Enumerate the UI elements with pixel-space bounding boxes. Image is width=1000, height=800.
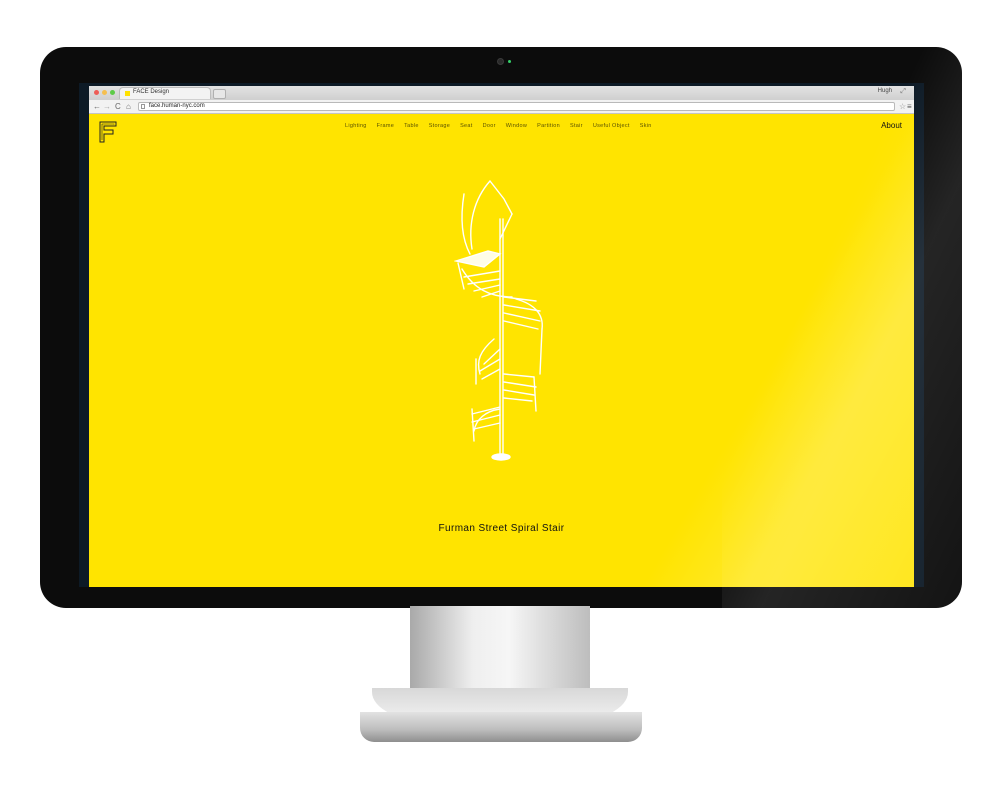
- maximize-window-icon[interactable]: [110, 90, 115, 95]
- monitor-stand-base: [360, 712, 642, 742]
- monitor-screen: FACE Design Hugh ⤢ ← → C ⌂ face.human-ny…: [79, 83, 924, 587]
- forward-arrow-icon[interactable]: →: [103, 101, 111, 112]
- nav-item-storage[interactable]: Storage: [429, 123, 450, 129]
- nav-item-stair[interactable]: Stair: [570, 123, 583, 129]
- nav-item-partition[interactable]: Partition: [537, 123, 560, 129]
- camera-led-indicator: [508, 60, 511, 63]
- face-logo-icon[interactable]: [99, 121, 117, 143]
- screen-glare: [644, 114, 914, 587]
- fullscreen-icon[interactable]: ⤢: [900, 88, 906, 96]
- nav-item-lighting[interactable]: Lighting: [345, 123, 367, 129]
- about-link[interactable]: About: [881, 121, 902, 130]
- favicon-icon: [125, 91, 130, 96]
- profile-user-name[interactable]: Hugh: [878, 88, 892, 94]
- site-navigation: Lighting Frame Table Storage Seat Door W…: [345, 123, 652, 129]
- reload-icon[interactable]: C: [115, 101, 121, 112]
- nav-item-skin[interactable]: Skin: [640, 123, 652, 129]
- browser-window: FACE Design Hugh ⤢ ← → C ⌂ face.human-ny…: [89, 86, 914, 587]
- monitor-bezel: FACE Design Hugh ⤢ ← → C ⌂ face.human-ny…: [40, 47, 962, 608]
- new-tab-button[interactable]: [213, 89, 226, 99]
- close-window-icon[interactable]: [94, 90, 99, 95]
- url-text[interactable]: face.human-nyc.com: [149, 103, 205, 110]
- nav-item-table[interactable]: Table: [404, 123, 419, 129]
- browser-tab-bar: FACE Design Hugh ⤢: [89, 86, 914, 101]
- browser-tab[interactable]: FACE Design: [119, 87, 211, 99]
- home-icon[interactable]: ⌂: [126, 101, 131, 112]
- page-icon: [141, 104, 145, 109]
- spiral-stair-illustration: [454, 180, 543, 461]
- nav-item-window[interactable]: Window: [506, 123, 527, 129]
- tab-title: FACE Design: [133, 89, 170, 95]
- nav-item-useful-object[interactable]: Useful Object: [593, 123, 630, 129]
- web-page: Lighting Frame Table Storage Seat Door W…: [89, 114, 914, 587]
- star-icon[interactable]: ☆: [899, 100, 906, 113]
- product-title: Furman Street Spiral Stair: [438, 523, 565, 534]
- nav-item-door[interactable]: Door: [483, 123, 496, 129]
- browser-toolbar: ← → C ⌂ face.human-nyc.com ☆ ≡: [89, 100, 914, 114]
- hamburger-menu-icon[interactable]: ≡: [907, 100, 912, 113]
- nav-item-seat[interactable]: Seat: [460, 123, 473, 129]
- back-arrow-icon[interactable]: ←: [93, 101, 101, 112]
- apple-logo-icon: [490, 572, 510, 596]
- nav-item-frame[interactable]: Frame: [377, 123, 394, 129]
- minimize-window-icon[interactable]: [102, 90, 107, 95]
- camera-icon: [497, 58, 504, 65]
- address-bar[interactable]: face.human-nyc.com: [138, 102, 895, 111]
